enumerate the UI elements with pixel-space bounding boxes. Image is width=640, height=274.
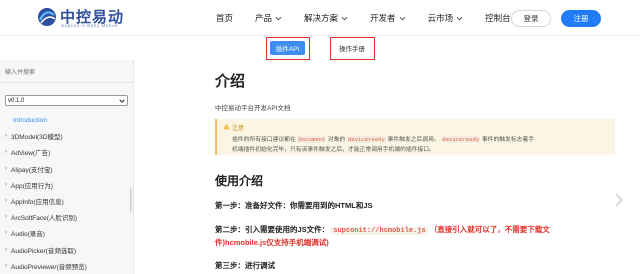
step-3: 第三步：进行调试 [215,261,275,270]
main-nav: 首页 产品 解决方案 开发者 云市场 控制台 [216,0,543,36]
nav-item-home[interactable]: 首页 [216,12,233,24]
nav-item-label: 开发者 [370,13,396,23]
tab-plugin-api[interactable]: 插件API [270,41,305,55]
search-divider [0,82,133,83]
sidebar-item-appinfo[interactable]: › AppInfo(应用信息) [0,193,133,209]
logo[interactable]: 中控易动 Supcon-it Easy Mobile [36,6,140,30]
notice-line-1: 插件的所有接口建议都在 Document 对象的 deviceready 事件触… [232,134,534,143]
login-button[interactable]: 登录 [511,10,551,27]
sidebar-item-label: AdView(广告) [11,150,51,158]
sidebar-item-label: Alipay(支付宝) [11,166,53,174]
sidebar-item-label: AppInfo(应用信息) [11,199,64,207]
sidebar: v0.1.0 Introduction › 3DModel(3D模型) › Ad… [0,60,134,274]
chevron-down-icon [119,99,125,103]
highlight-box-api: 插件API [266,37,310,60]
warning-icon [223,123,230,130]
sidebar-item-audiopicker[interactable]: › AudioPicker(音频选取) [0,242,133,258]
register-button[interactable]: 注册 [561,10,601,27]
sidebar-item-label: App(应用行为) [11,182,53,190]
chevron-down-icon [399,16,405,20]
step-2-note: （直接引入就可以了，不需要下载文 [429,225,550,234]
notice-line-2: 机端插件初始化完毕，只有该事件触发之后，才能正常调用手机端的插件接口。 [232,147,435,153]
chevron-right-icon[interactable] [614,193,624,207]
nav-item-solutions[interactable]: 解决方案 [304,12,348,24]
nav-item-products[interactable]: 产品 [255,12,282,24]
nav-item-label: 解决方案 [304,13,339,23]
version-value: v0.1.0 [8,97,25,104]
sidebar-item-label: Audio(录音) [11,231,45,239]
step-2-label: 第二步：引入需要使用的JS文件： [215,225,330,234]
sidebar-item-app[interactable]: › App(应用行为) [0,177,133,193]
chevron-down-icon [456,16,463,20]
top-navigation-bar: 中控易动 Supcon-it Easy Mobile 首页 产品 解决方案 开发… [0,0,640,36]
nav-item-cloud-market[interactable]: 云市场 [428,12,464,24]
sidebar-item-introduction[interactable]: Introduction [0,112,133,128]
logo-subtitle: Supcon-it Easy Mobile [61,23,119,28]
step-1: 第一步：准备好文件：你需要用到的HTML和JS [215,201,373,210]
inline-code: deviceready [346,136,386,143]
step-2-note-continued: 件)hcmobile.js仅支持手机端调试) [215,238,329,247]
page-description: 中控易动平台开发API文档 [215,105,291,112]
notice-text: 插件的所有接口建议都在 [232,137,296,143]
step-2: 第二步：引入需要使用的JS文件： supconit://hcmobile.js … [215,224,550,235]
notice-box: 注意 插件的所有接口建议都在 Document 对象的 deviceready … [215,119,615,155]
sidebar-item-label: Introduction [13,116,47,124]
notice-text: 对象的 [327,137,346,143]
inline-code: deviceready [441,136,481,143]
sidebar-scrollbar[interactable] [130,188,132,212]
highlight-box-manual: 操作手册 [330,37,375,60]
chevron-down-icon [341,16,348,20]
sidebar-menu: Introduction › 3DModel(3D模型) › AdView(广告… [0,112,133,274]
sidebar-item-label: AudioPreviewer(音频预览) [11,263,87,271]
search-input[interactable] [5,67,129,79]
notice-label: 注意 [232,126,245,132]
nav-item-developers[interactable]: 开发者 [370,12,406,24]
sidebar-item-label: ArcSoftFace(人脸识别) [11,215,78,223]
section-title: 使用介绍 [215,174,264,188]
sidebar-item-arcsoftface[interactable]: › ArcSoftFace(人脸识别) [0,209,133,225]
chevron-down-icon [275,16,282,20]
inline-code: Document [297,136,327,143]
tab-operation-manual[interactable]: 操作手册 [331,41,373,55]
nav-item-label: 控制台 [485,13,511,23]
sidebar-item-3dmodel[interactable]: › 3DModel(3D模型) [0,128,133,144]
doc-subtabs: 插件API 操作手册 [0,36,640,60]
nav-item-label: 首页 [216,13,234,23]
version-select[interactable]: v0.1.0 [5,95,128,106]
sidebar-item-label: AudioPicker(音频选取) [11,247,77,255]
sidebar-item-audiopreviewer[interactable]: › AudioPreviewer(音频预览) [0,258,133,274]
sidebar-item-adview[interactable]: › AdView(广告) [0,144,133,160]
sidebar-item-audio[interactable]: › Audio(录音) [0,225,133,241]
doc-content: 介绍 中控易动平台开发API文档 注意 插件的所有接口建议都在 Document… [215,60,625,274]
page-title: 介绍 [215,73,246,90]
nav-item-label: 云市场 [427,13,454,23]
logo-mark-icon [38,8,56,26]
inline-code: supconit://hcmobile.js [331,227,428,235]
sidebar-item-alipay[interactable]: › Alipay(支付宝) [0,161,133,177]
notice-text: 事件的触发标志着手 [481,137,535,143]
notice-text: 事件触发之后调用。 [387,137,440,143]
nav-item-label: 产品 [255,13,273,23]
sidebar-item-label: 3DModel(3D模型) [11,134,63,142]
